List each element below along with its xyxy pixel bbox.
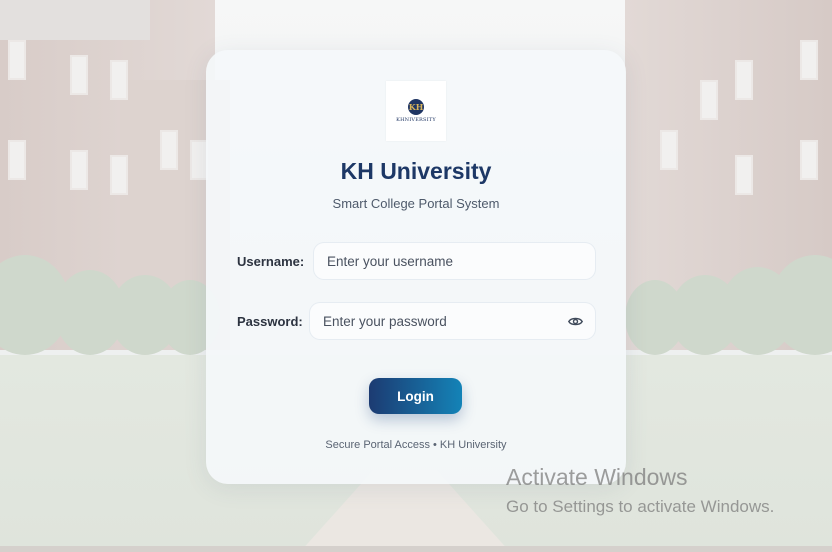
login-card: KH KHNIVERSITY KH University Smart Colle… xyxy=(206,50,626,484)
logo-monogram: KH xyxy=(408,102,424,112)
background-window xyxy=(660,130,678,170)
background-window xyxy=(735,155,753,195)
username-field[interactable] xyxy=(314,243,595,279)
background-edge xyxy=(0,546,832,552)
background-roof xyxy=(0,0,150,40)
username-label: Username: xyxy=(237,254,305,269)
background-window xyxy=(700,80,718,120)
footer-text: Secure Portal Access • KH University xyxy=(325,439,507,451)
watermark-subtitle: Go to Settings to activate Windows. xyxy=(506,497,775,516)
background-window xyxy=(800,40,818,80)
background-window xyxy=(8,140,26,180)
background-window xyxy=(70,55,88,95)
background-window xyxy=(8,40,26,80)
password-input[interactable] xyxy=(310,303,595,339)
logo-text: KHNIVERSITY xyxy=(396,117,436,123)
background-window xyxy=(70,150,88,190)
logo-emblem-icon: KH xyxy=(408,99,424,115)
background-window xyxy=(110,60,128,100)
password-label: Password: xyxy=(237,314,303,329)
login-button[interactable]: Login xyxy=(369,378,462,414)
background-window xyxy=(800,140,818,180)
background-window xyxy=(160,130,178,170)
username-input[interactable] xyxy=(314,243,595,279)
password-field[interactable] xyxy=(310,303,595,339)
university-logo: KH KHNIVERSITY xyxy=(386,81,446,141)
watermark-title: Activate Windows xyxy=(506,464,688,490)
page-title: KH University xyxy=(340,158,492,184)
background-window xyxy=(735,60,753,100)
eye-icon[interactable] xyxy=(567,314,583,328)
background-window xyxy=(110,155,128,195)
page-subtitle: Smart College Portal System xyxy=(332,196,500,211)
